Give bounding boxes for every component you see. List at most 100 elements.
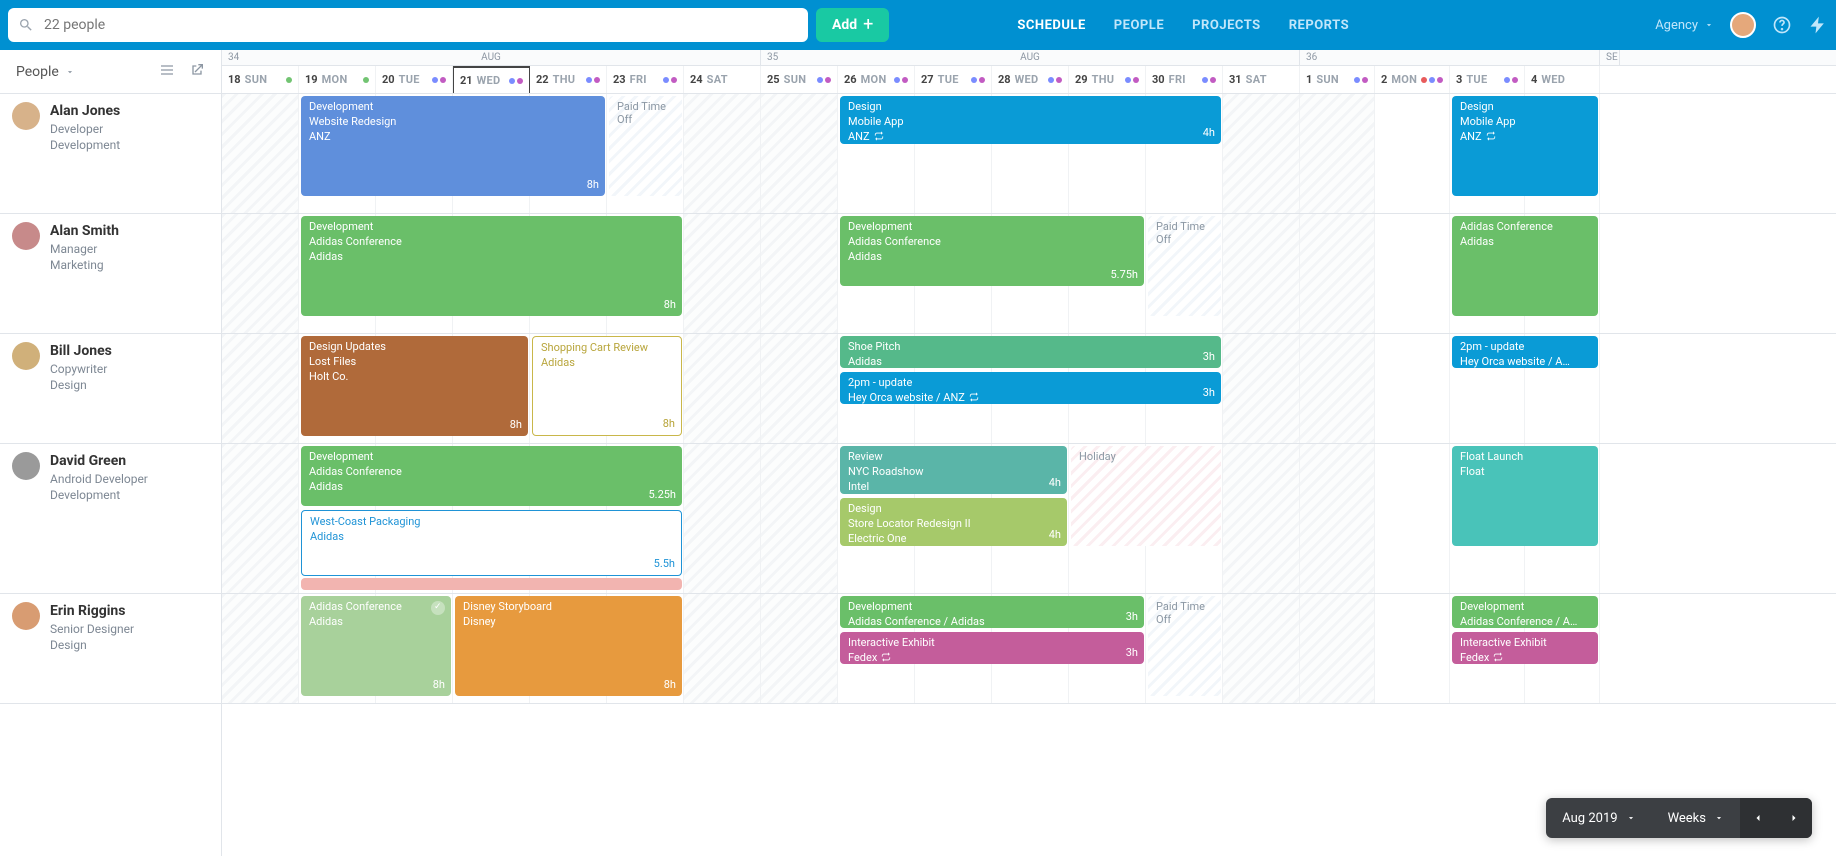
day-1-sun[interactable]: 1SUN xyxy=(1300,66,1375,93)
status-dot xyxy=(363,77,369,83)
plus-icon: + xyxy=(863,16,873,34)
task-block[interactable]: West-Coast PackagingAdidas5.5h xyxy=(301,510,682,576)
export-icon[interactable] xyxy=(189,62,205,82)
nav-schedule[interactable]: SCHEDULE xyxy=(1017,12,1085,39)
repeat-icon xyxy=(881,652,891,662)
day-18-sun[interactable]: 18SUN xyxy=(222,66,299,93)
person-row[interactable]: Erin RigginsSenior DesignerDesign xyxy=(0,594,221,704)
schedule-row: DevelopmentWebsite RedesignANZ8hPaid Tim… xyxy=(222,94,1836,214)
task-block[interactable]: Design UpdatesLost FilesHolt Co.8h xyxy=(301,336,528,436)
period-selector[interactable]: Aug 2019 xyxy=(1546,798,1651,838)
task-block[interactable]: 2pm - updateHey Orca website / ANZ3h xyxy=(840,372,1221,404)
next-period-button[interactable] xyxy=(1776,798,1812,838)
day-26-mon[interactable]: 26MON xyxy=(838,66,915,93)
day-29-thu[interactable]: 29THU xyxy=(1069,66,1146,93)
task-block[interactable]: Float LaunchFloat xyxy=(1452,446,1598,546)
day-3-tue[interactable]: 3TUE xyxy=(1450,66,1525,93)
workspace-selector[interactable]: Agency xyxy=(1655,18,1714,33)
task-hours: 3h xyxy=(1126,646,1138,661)
task-hours: 4h xyxy=(1049,528,1061,543)
day-4-wed[interactable]: 4WED xyxy=(1525,66,1600,93)
user-avatar[interactable] xyxy=(1730,12,1756,38)
task-block[interactable]: ReviewNYC RoadshowIntel4h xyxy=(840,446,1067,494)
task-block[interactable]: DevelopmentAdidas ConferenceAdidas5.75h xyxy=(840,216,1144,286)
person-dept: Development xyxy=(50,487,148,503)
day-30-fri[interactable]: 30FRI xyxy=(1146,66,1223,93)
day-20-tue[interactable]: 20TUE xyxy=(376,66,453,93)
task-block[interactable]: DevelopmentAdidas ConferenceAdidas8h xyxy=(301,216,682,316)
status-dot xyxy=(1437,77,1443,83)
people-sidebar: People Alan JonesDeveloperDevelopmentAla… xyxy=(0,50,222,856)
task-block[interactable]: Adidas ConferenceAdidas8h xyxy=(301,596,451,696)
nav-people[interactable]: PEOPLE xyxy=(1114,12,1164,39)
task-block[interactable]: DevelopmentAdidas Conference / Adidas3h xyxy=(840,596,1144,628)
person-row[interactable]: David GreenAndroid DeveloperDevelopment xyxy=(0,444,221,594)
task-hours: 8h xyxy=(664,678,676,693)
day-25-sun[interactable]: 25SUN xyxy=(761,66,838,93)
task-block[interactable]: Disney StoryboardDisney8h xyxy=(455,596,682,696)
nav-projects[interactable]: PROJECTS xyxy=(1192,12,1261,39)
person-avatar xyxy=(12,602,40,630)
week-35: 35AUG xyxy=(761,50,1300,65)
search-input[interactable] xyxy=(8,8,808,42)
day-28-wed[interactable]: 28WED xyxy=(992,66,1069,93)
day-24-sat[interactable]: 24SAT xyxy=(684,66,761,93)
repeat-icon xyxy=(1486,131,1496,141)
person-avatar xyxy=(12,222,40,250)
timeline-nav: Aug 2019 Weeks xyxy=(1546,798,1812,838)
repeat-icon xyxy=(969,392,979,402)
person-avatar xyxy=(12,452,40,480)
task-block[interactable]: 2pm - updateHey Orca website / A… xyxy=(1452,336,1598,368)
chevron-down-icon xyxy=(1626,813,1636,823)
day-31-sat[interactable]: 31SAT xyxy=(1223,66,1300,93)
task-block[interactable] xyxy=(301,578,682,590)
task-block[interactable]: Shopping Cart ReviewAdidas8h xyxy=(532,336,682,436)
schedule-row: DevelopmentAdidas ConferenceAdidas5.25hW… xyxy=(222,444,1836,594)
task-block[interactable]: DesignMobile AppANZ4h xyxy=(840,96,1221,144)
task-block[interactable]: Interactive ExhibitFedex xyxy=(1452,632,1598,664)
task-block[interactable]: Interactive ExhibitFedex3h xyxy=(840,632,1144,664)
day-23-fri[interactable]: 23FRI xyxy=(607,66,684,93)
repeat-icon xyxy=(1493,652,1503,662)
zoom-selector[interactable]: Weeks xyxy=(1652,798,1740,838)
time-off-block[interactable]: Paid Time Off xyxy=(1148,596,1221,696)
grouping-selector[interactable]: People xyxy=(16,64,75,80)
person-row[interactable]: Bill JonesCopywriterDesign xyxy=(0,334,221,444)
nav-reports[interactable]: REPORTS xyxy=(1289,12,1349,39)
status-dot xyxy=(979,77,985,83)
status-dot xyxy=(671,77,677,83)
add-button[interactable]: Add+ xyxy=(816,8,889,42)
schedule-row: Design UpdatesLost FilesHolt Co.8hShoppi… xyxy=(222,334,1836,444)
person-row[interactable]: Alan JonesDeveloperDevelopment xyxy=(0,94,221,214)
person-dept: Development xyxy=(50,137,120,153)
task-hours: 8h xyxy=(587,178,599,193)
task-block[interactable]: Shoe PitchAdidas3h xyxy=(840,336,1221,368)
status-dot xyxy=(1362,77,1368,83)
day-2-mon[interactable]: 2MON xyxy=(1375,66,1450,93)
task-hours: 5.75h xyxy=(1110,268,1138,283)
list-icon[interactable] xyxy=(159,62,175,82)
day-22-thu[interactable]: 22THU xyxy=(530,66,607,93)
prev-period-button[interactable] xyxy=(1740,798,1776,838)
task-block[interactable]: DesignStore Locator Redesign IIElectric … xyxy=(840,498,1067,546)
day-19-mon[interactable]: 19MON xyxy=(299,66,376,93)
task-hours: 3h xyxy=(1203,386,1215,401)
status-dot xyxy=(1354,77,1360,83)
task-block[interactable]: DevelopmentAdidas ConferenceAdidas5.25h xyxy=(301,446,682,506)
bolt-icon[interactable] xyxy=(1808,15,1828,35)
task-block[interactable]: DesignMobile AppANZ xyxy=(1452,96,1598,196)
task-block[interactable]: Adidas ConferenceAdidas xyxy=(1452,216,1598,316)
task-block[interactable]: DevelopmentWebsite RedesignANZ8h xyxy=(301,96,605,196)
help-icon[interactable] xyxy=(1772,15,1792,35)
task-block[interactable]: DevelopmentAdidas Conference / A… xyxy=(1452,596,1598,628)
day-27-tue[interactable]: 27TUE xyxy=(915,66,992,93)
chevron-down-icon xyxy=(65,67,75,77)
time-off-block[interactable]: Paid Time Off xyxy=(1148,216,1221,316)
day-21-wed[interactable]: 21WED xyxy=(453,66,530,93)
time-off-block[interactable]: Holiday xyxy=(1071,446,1221,546)
status-dot xyxy=(440,77,446,83)
task-hours: 5.5h xyxy=(654,557,675,572)
time-off-block[interactable]: Paid Time Off xyxy=(609,96,682,196)
person-row[interactable]: Alan SmithManagerMarketing xyxy=(0,214,221,334)
person-title: Copywriter xyxy=(50,361,112,377)
